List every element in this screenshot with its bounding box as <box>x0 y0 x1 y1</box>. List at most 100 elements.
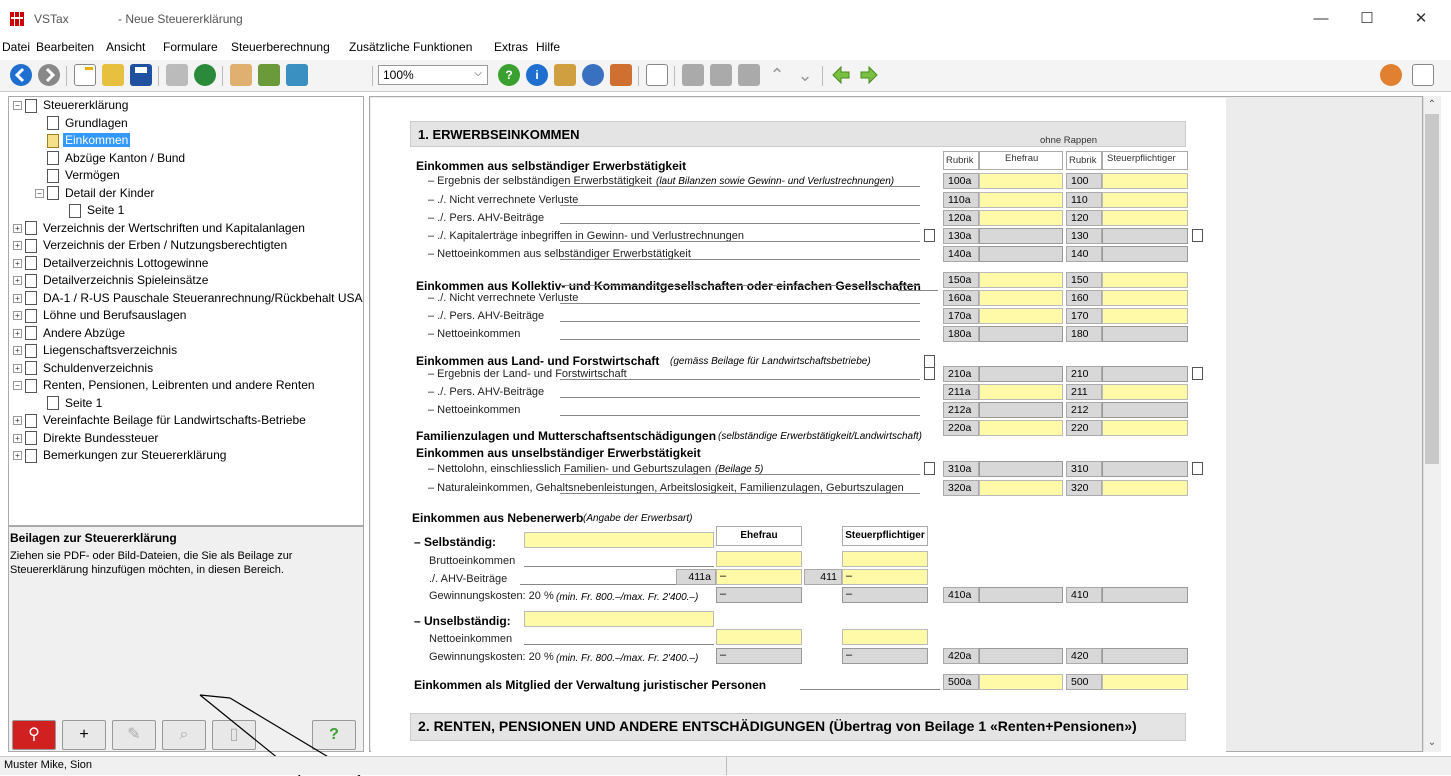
input-110a[interactable] <box>979 192 1063 208</box>
attach-remove-icon[interactable]: ⚲ <box>12 720 56 750</box>
page-icon[interactable] <box>646 64 668 86</box>
collapse-icon[interactable]: − <box>35 188 44 198</box>
input-120a[interactable] <box>979 210 1063 226</box>
page-icon[interactable] <box>924 355 935 368</box>
netto-ehefrau-input[interactable] <box>716 629 802 645</box>
back-icon[interactable] <box>10 64 32 86</box>
tree-item[interactable]: Seite 1 <box>9 395 363 413</box>
expand-icon[interactable]: + <box>13 416 22 426</box>
tree-item[interactable]: + Verzeichnis der Wertschriften und Kapit… <box>9 220 363 238</box>
tree-item[interactable]: Einkommen <box>9 132 363 150</box>
page-icon[interactable] <box>1192 229 1203 242</box>
scroll-down-icon[interactable]: ⌄ <box>1425 737 1439 748</box>
chevron-down-icon[interactable]: ⌵ <box>468 65 488 85</box>
scrollbar-thumb[interactable] <box>1425 114 1439 464</box>
expand-icon[interactable]: + <box>13 346 22 356</box>
tree-item[interactable]: − Renten, Pensionen, Leibrenten und ander… <box>9 377 363 395</box>
expand-icon[interactable]: + <box>13 328 22 338</box>
print-icon[interactable] <box>166 64 188 86</box>
home-icon[interactable] <box>286 64 308 86</box>
user-icon[interactable] <box>1380 64 1402 86</box>
input-500[interactable] <box>1102 674 1188 690</box>
tree-item[interactable]: − Steuererklärung <box>9 97 363 115</box>
input-220[interactable] <box>1102 420 1188 436</box>
tree-item[interactable]: Vermögen <box>9 167 363 185</box>
brutto-stpfl-input[interactable] <box>842 551 928 567</box>
input-160a[interactable] <box>979 290 1063 306</box>
unselbstaendig-input[interactable] <box>524 611 714 627</box>
expand-icon[interactable]: + <box>13 276 22 286</box>
expand-icon[interactable]: + <box>13 293 22 303</box>
input-320a[interactable] <box>979 480 1063 496</box>
expand-icon[interactable]: + <box>13 433 22 443</box>
menu-hilfe[interactable]: Hilfe <box>536 40 560 54</box>
input-170a[interactable] <box>979 308 1063 324</box>
collapse-icon[interactable]: − <box>13 381 22 391</box>
expand-icon[interactable]: + <box>13 223 22 233</box>
open-icon[interactable] <box>102 64 124 86</box>
tree-item[interactable]: + Vereinfachte Beilage für Landwirtschaft… <box>9 412 363 430</box>
globe-icon[interactable] <box>194 64 216 86</box>
tree-item[interactable]: Abzüge Kanton / Bund <box>9 150 363 168</box>
new-icon[interactable] <box>74 64 96 86</box>
input-100[interactable] <box>1102 173 1188 189</box>
help-icon[interactable]: ? <box>498 64 520 86</box>
input-150a[interactable] <box>979 272 1063 288</box>
page-icon[interactable] <box>1192 367 1203 380</box>
maximize-button[interactable]: ☐ <box>1344 4 1390 34</box>
expand-icon[interactable]: + <box>13 311 22 321</box>
input-160[interactable] <box>1102 290 1188 306</box>
save-icon[interactable] <box>130 64 152 86</box>
expand-icon[interactable]: + <box>13 363 22 373</box>
grid-icon[interactable] <box>738 64 760 86</box>
scroll-up-icon[interactable]: ⌃ <box>1425 99 1439 110</box>
tree-item[interactable]: + Verzeichnis der Erben / Nutzungsberecht… <box>9 237 363 255</box>
row-delete-icon[interactable] <box>710 64 732 86</box>
tree-item[interactable]: + Detailverzeichnis Lottogewinne <box>9 255 363 273</box>
menu-zusaetzliche-funktionen[interactable]: Zusätzliche Funktionen <box>349 40 472 54</box>
input-110[interactable] <box>1102 192 1188 208</box>
input-220a[interactable] <box>979 420 1063 436</box>
input-320[interactable] <box>1102 480 1188 496</box>
collapse-icon[interactable]: − <box>13 101 22 111</box>
edit-doc-icon[interactable] <box>258 64 280 86</box>
tree-item[interactable]: + Detailverzeichnis Spieleinsätze <box>9 272 363 290</box>
web-icon[interactable] <box>582 64 604 86</box>
input-100a[interactable] <box>979 173 1063 189</box>
input-150[interactable] <box>1102 272 1188 288</box>
tree-item[interactable]: + Direkte Bundessteuer <box>9 430 363 448</box>
input-211a[interactable] <box>979 384 1063 400</box>
menu-bearbeiten[interactable]: Bearbeiten <box>36 40 94 54</box>
page-icon[interactable] <box>924 367 935 380</box>
expand-icon[interactable]: + <box>13 258 22 268</box>
tree-item[interactable]: + Bemerkungen zur Steuererklärung <box>9 447 363 465</box>
input-170[interactable] <box>1102 308 1188 324</box>
minimize-button[interactable]: — <box>1298 4 1344 34</box>
arrow-left-icon[interactable] <box>830 64 852 86</box>
expand-icon[interactable]: + <box>13 241 22 251</box>
expand-icon[interactable]: + <box>13 451 22 461</box>
tree-item[interactable]: + Schuldenverzeichnis <box>9 360 363 378</box>
menu-formulare[interactable]: Formulare <box>163 40 218 54</box>
netto-stpfl-input[interactable] <box>842 629 928 645</box>
tree-item[interactable]: − Detail der Kinder <box>9 185 363 203</box>
menu-steuerberechnung[interactable]: Steuerberechnung <box>231 40 330 54</box>
tree-item[interactable]: + DA-1 / R-US Pauschale Steueranrechnung/… <box>9 290 363 308</box>
page-icon[interactable] <box>1192 462 1203 475</box>
input-211[interactable] <box>1102 384 1188 400</box>
page-icon[interactable] <box>924 462 935 475</box>
person-card-icon[interactable] <box>610 64 632 86</box>
attach-add-icon[interactable]: + <box>62 720 106 750</box>
tree-item[interactable]: + Liegenschaftsverzeichnis <box>9 342 363 360</box>
forward-icon[interactable] <box>38 64 60 86</box>
tree-item[interactable]: Grundlagen <box>9 115 363 133</box>
down-icon[interactable]: ⌄ <box>794 64 816 86</box>
input-120[interactable] <box>1102 210 1188 226</box>
close-button[interactable]: ✕ <box>1398 4 1444 34</box>
menu-extras[interactable]: Extras <box>494 40 528 54</box>
users-icon[interactable] <box>230 64 252 86</box>
menu-ansicht[interactable]: Ansicht <box>106 40 145 54</box>
input-500a[interactable] <box>979 674 1063 690</box>
up-icon[interactable]: ⌃ <box>766 64 788 86</box>
notepad-icon[interactable] <box>1412 64 1434 86</box>
